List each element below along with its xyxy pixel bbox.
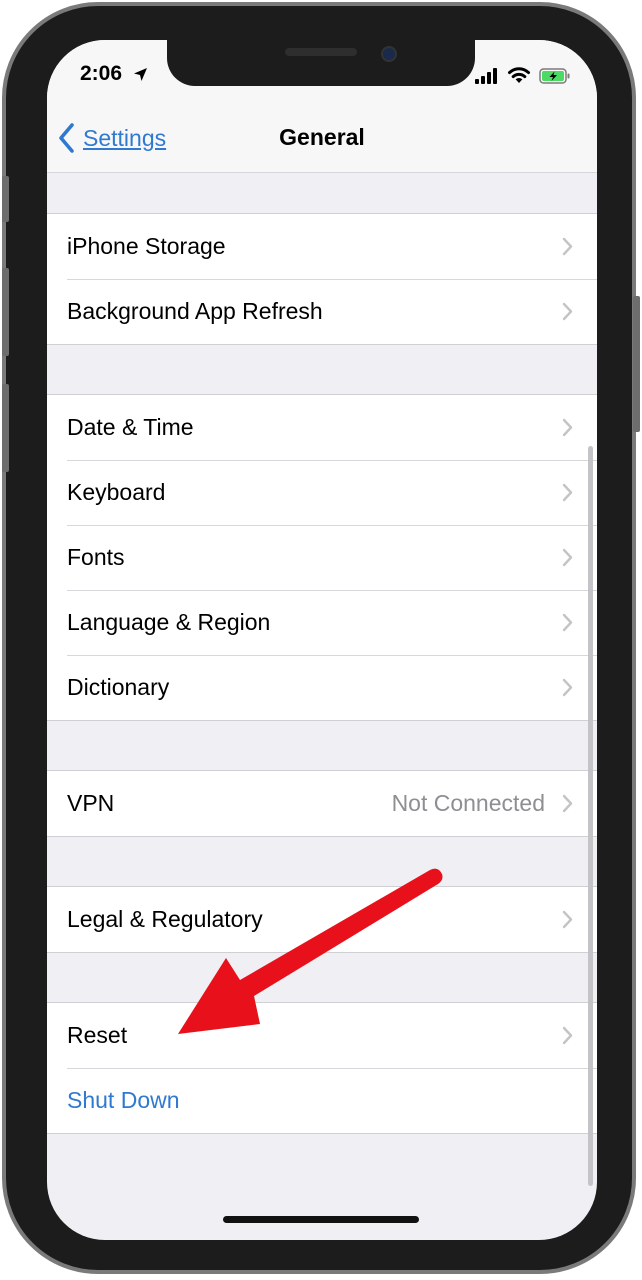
row-label: iPhone Storage bbox=[67, 233, 226, 259]
scroll-indicator[interactable] bbox=[588, 446, 593, 1186]
cellular-signal-icon bbox=[475, 68, 497, 84]
status-time: 2:06 bbox=[80, 62, 123, 85]
chevron-right-icon bbox=[562, 794, 573, 813]
row-label: Background App Refresh bbox=[67, 298, 323, 324]
row-label: Fonts bbox=[67, 544, 125, 570]
vpn-status-value: Not Connected bbox=[391, 790, 545, 816]
row-label: Reset bbox=[67, 1022, 128, 1048]
row-label: Language & Region bbox=[67, 609, 271, 635]
chevron-right-icon bbox=[562, 548, 573, 567]
chevron-right-icon bbox=[562, 1026, 573, 1045]
speaker-grille bbox=[285, 48, 357, 56]
legal-regulatory-row[interactable]: Legal & Regulatory bbox=[47, 887, 597, 952]
dictionary-row[interactable]: Dictionary bbox=[47, 655, 597, 720]
row-label: Keyboard bbox=[67, 479, 166, 505]
row-label: Legal & Regulatory bbox=[67, 906, 263, 932]
location-arrow-icon bbox=[134, 68, 147, 81]
reset-row[interactable]: Reset bbox=[47, 1003, 597, 1068]
row-label: VPN bbox=[67, 790, 115, 816]
vpn-row[interactable]: VPN Not Connected bbox=[47, 771, 597, 836]
shut-down-row[interactable]: Shut Down bbox=[47, 1068, 597, 1133]
iphone-storage-row[interactable]: iPhone Storage bbox=[47, 214, 597, 279]
keyboard-row[interactable]: Keyboard bbox=[47, 460, 597, 525]
volume-up-button bbox=[2, 268, 9, 356]
settings-group-reset: Reset Shut Down bbox=[47, 1002, 597, 1134]
phone-mockup: 2:06 Settings General iPhone Storage Bac… bbox=[0, 0, 642, 1280]
chevron-right-icon bbox=[562, 302, 573, 321]
language-region-row[interactable]: Language & Region bbox=[47, 590, 597, 655]
chevron-right-icon bbox=[562, 418, 573, 437]
shut-down-link: Shut Down bbox=[67, 1087, 180, 1113]
mute-switch bbox=[2, 176, 9, 222]
screen: 2:06 Settings General iPhone Storage Bac… bbox=[47, 40, 597, 1240]
settings-group-legal: Legal & Regulatory bbox=[47, 886, 597, 953]
navigation-bar: 2:06 Settings General bbox=[47, 40, 597, 173]
volume-down-button bbox=[2, 384, 9, 472]
wifi-icon bbox=[508, 67, 530, 83]
fonts-row[interactable]: Fonts bbox=[47, 525, 597, 590]
chevron-right-icon bbox=[562, 483, 573, 502]
settings-group-vpn: VPN Not Connected bbox=[47, 770, 597, 837]
battery-charging-icon bbox=[539, 68, 570, 84]
row-label: Dictionary bbox=[67, 674, 170, 700]
chevron-right-icon bbox=[562, 613, 573, 632]
chevron-right-icon bbox=[562, 237, 573, 256]
settings-group-storage: iPhone Storage Background App Refresh bbox=[47, 213, 597, 345]
date-time-row[interactable]: Date & Time bbox=[47, 395, 597, 460]
front-camera bbox=[381, 46, 397, 62]
power-button bbox=[633, 296, 640, 432]
background-app-refresh-row[interactable]: Background App Refresh bbox=[47, 279, 597, 344]
row-label: Date & Time bbox=[67, 414, 194, 440]
device-notch bbox=[167, 40, 475, 86]
status-icons bbox=[471, 66, 571, 84]
chevron-right-icon bbox=[562, 678, 573, 697]
home-indicator[interactable] bbox=[223, 1216, 419, 1223]
chevron-right-icon bbox=[562, 910, 573, 929]
settings-group-datetime: Date & Time Keyboard Fonts Language & Re… bbox=[47, 394, 597, 721]
page-title: General bbox=[279, 124, 365, 150]
